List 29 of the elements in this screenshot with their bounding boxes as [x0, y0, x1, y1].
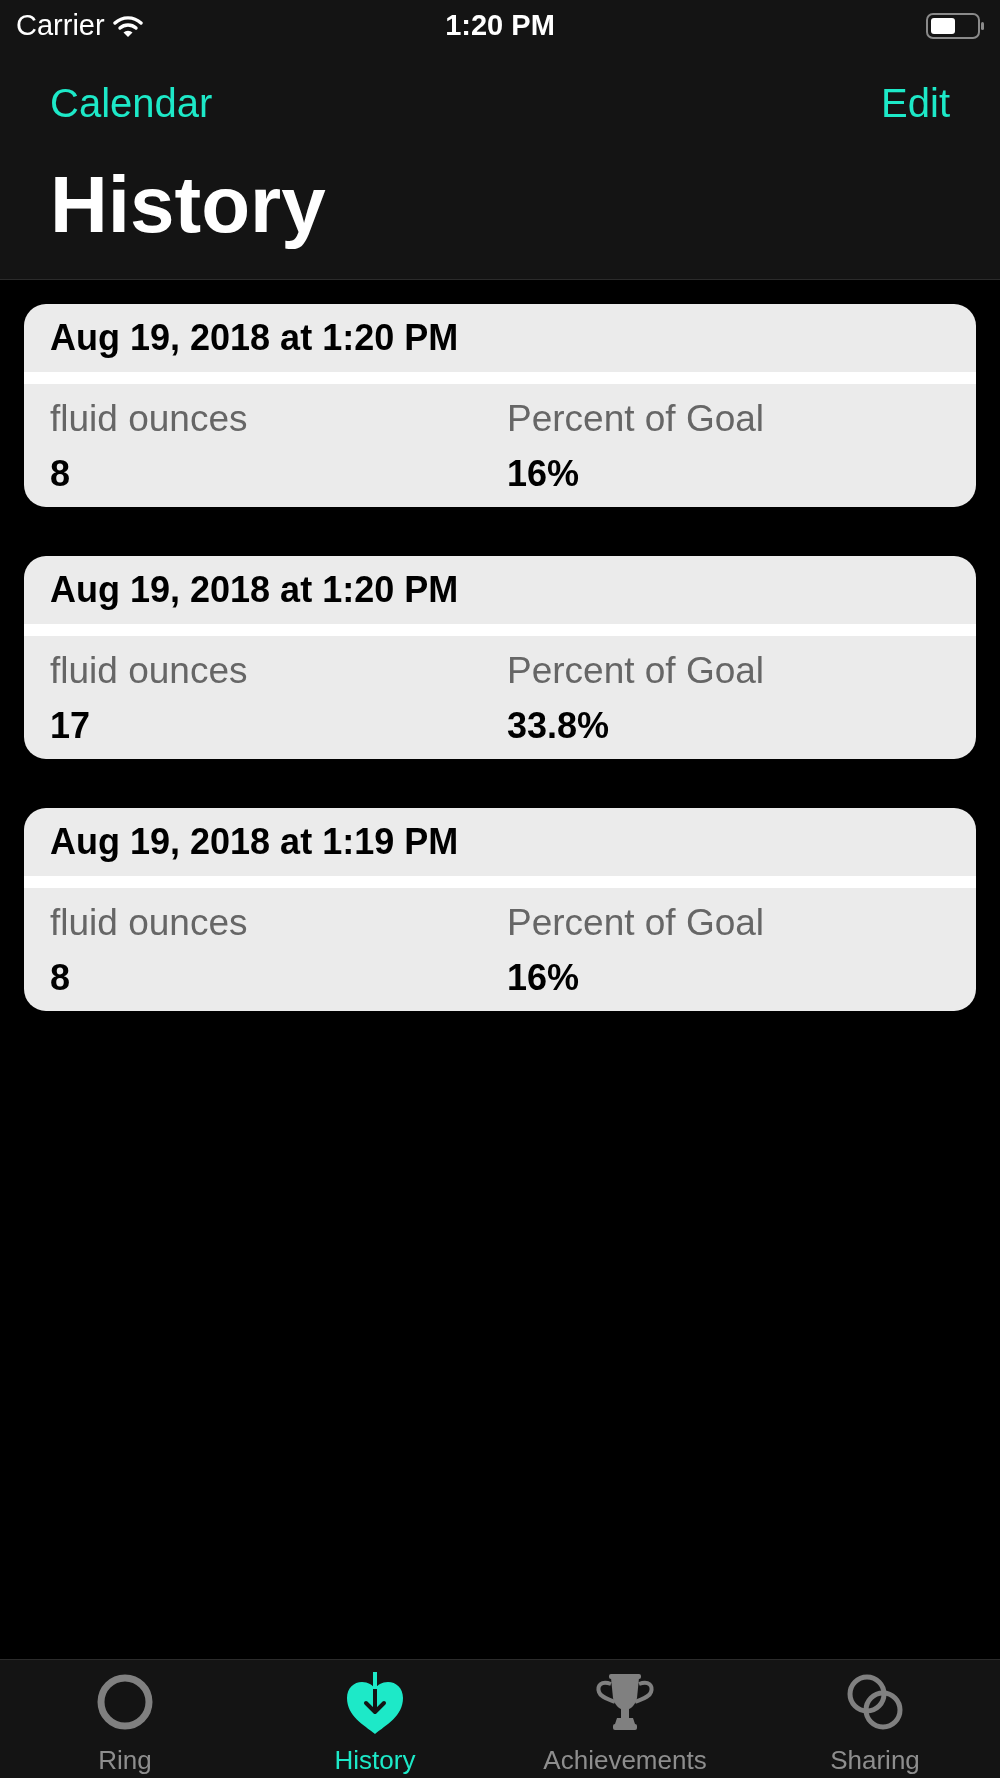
tab-button[interactable]: Sharing [750, 1660, 1000, 1778]
field-value: 16% [507, 452, 580, 496]
tab-button[interactable]: History [250, 1660, 500, 1778]
field-label: Percent of Goal [507, 397, 765, 441]
entry-card[interactable]: Aug 19, 2018 at 1:20 PM fluid ounces 8 Percent of Goal 16% [24, 304, 976, 507]
field-value: 17 [50, 704, 91, 748]
heart-icon [345, 1672, 405, 1734]
field-value: 16% [507, 956, 580, 1000]
entry-date: Aug 19, 2018 at 1:20 PM [50, 568, 459, 612]
field-label: fluid ounces [50, 649, 248, 693]
tab-button[interactable]: Achievements [500, 1660, 750, 1778]
field-label: Percent of Goal [507, 901, 765, 945]
field-value: 8 [50, 956, 71, 1000]
wifi-icon [112, 14, 143, 37]
entry-date: Aug 19, 2018 at 1:19 PM [50, 820, 459, 864]
entry-date: Aug 19, 2018 at 1:20 PM [50, 316, 459, 360]
calendar-button[interactable]: Calendar [50, 79, 213, 127]
field-value: 8 [50, 452, 71, 496]
tab-button[interactable]: Ring [0, 1660, 250, 1778]
field-label: fluid ounces [50, 397, 248, 441]
field-value: 33.8% [507, 704, 610, 748]
entry-card[interactable]: Aug 19, 2018 at 1:20 PM fluid ounces 17 Percent of Goal 33.8% [24, 556, 976, 759]
battery-icon [926, 12, 984, 39]
edit-button[interactable]: Edit [881, 79, 950, 127]
entry-card[interactable]: Aug 19, 2018 at 1:19 PM fluid ounces 8 Percent of Goal 16% [24, 808, 976, 1011]
clock-time: 1:20 PM [445, 7, 555, 43]
field-label: fluid ounces [50, 901, 248, 945]
field-label: Percent of Goal [507, 649, 765, 693]
carrier-label: Carrier [16, 7, 105, 43]
